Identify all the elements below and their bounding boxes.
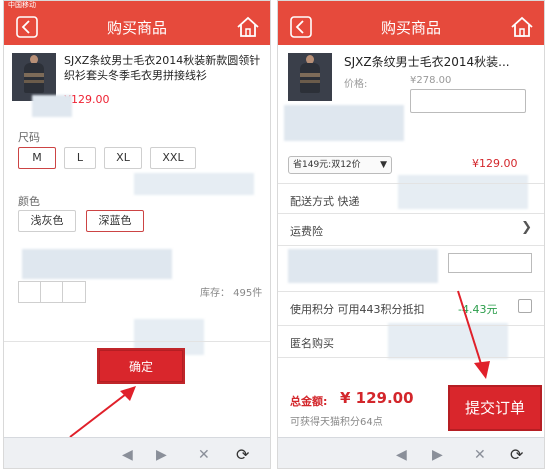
blurred-region xyxy=(398,175,528,209)
close-icon[interactable]: ✕ xyxy=(474,447,486,463)
blurred-region xyxy=(284,105,404,141)
promo-select-value: 省149元:双12价 xyxy=(293,160,361,170)
blurred-region xyxy=(388,323,508,359)
chevron-down-icon: ▼ xyxy=(380,160,387,170)
points-discount: -4.43元 xyxy=(458,303,498,316)
size-option-m[interactable]: M xyxy=(18,147,56,169)
divider xyxy=(278,357,544,358)
nav-bar: 购买商品 xyxy=(278,9,544,45)
page-title: 购买商品 xyxy=(380,19,441,37)
forward-arrow-icon[interactable]: ▶ xyxy=(432,447,443,463)
home-icon[interactable] xyxy=(510,16,534,38)
quantity-field[interactable] xyxy=(410,89,526,113)
submit-order-button[interactable]: 提交订单 xyxy=(448,385,542,431)
blurred-region xyxy=(22,249,172,279)
divider xyxy=(278,183,544,184)
product-thumbnail xyxy=(288,53,332,101)
promo-select[interactable]: 省149元:双12价 ▼ xyxy=(288,156,392,174)
divider xyxy=(278,291,544,292)
color-option-dark-blue[interactable]: 深蓝色 xyxy=(86,210,144,232)
points-label: 使用积分 可用443积分抵扣 xyxy=(290,303,425,316)
earn-points-text: 可获得天猫积分64点 xyxy=(290,417,383,428)
annotation-arrow xyxy=(69,386,136,438)
browser-toolbar: ◀ ▶ ✕ ⟳ xyxy=(278,437,544,468)
stock-count: 库存： 495件 xyxy=(200,288,263,299)
right-phone-screen: 购买商品 SJXZ条纹男士毛衣2014秋装... 价格: ¥278.00 省14… xyxy=(277,0,545,469)
points-checkbox[interactable] xyxy=(518,299,532,313)
total-label: 总金额: xyxy=(290,395,328,408)
message-field[interactable] xyxy=(448,253,532,273)
shipping-insurance-row[interactable]: 运费险 xyxy=(290,223,323,239)
anonymous-purchase-label[interactable]: 匿名购买 xyxy=(290,335,334,351)
total-amount: ¥ 129.00 xyxy=(340,389,414,407)
product-thumbnail xyxy=(12,53,56,101)
color-label: 颜色 xyxy=(18,195,40,208)
blurred-region xyxy=(288,249,438,283)
size-label: 尺码 xyxy=(18,131,40,144)
refresh-icon[interactable]: ⟳ xyxy=(510,445,523,464)
nav-bar: 购买商品 xyxy=(4,9,270,45)
product-title: SJXZ条纹男士毛衣2014秋装新款圆领针织衫套头冬季毛衣男拼接线衫 xyxy=(64,54,261,82)
size-option-xxl[interactable]: XXL xyxy=(150,147,196,169)
forward-arrow-icon[interactable]: ▶ xyxy=(156,447,167,463)
confirm-button[interactable]: 确定 xyxy=(97,348,185,384)
back-arrow-icon[interactable]: ◀ xyxy=(122,447,133,463)
page-title: 购买商品 xyxy=(106,19,167,37)
divider xyxy=(278,325,544,326)
color-option-light-gray[interactable]: 浅灰色 xyxy=(18,210,76,232)
close-icon[interactable]: ✕ xyxy=(198,447,210,463)
price-label: 价格: xyxy=(344,79,368,90)
status-bar xyxy=(278,1,544,9)
left-phone-screen: 中国移动 购买商品 SJXZ条纹男士毛衣2014秋装新款圆领针织衫套头冬季毛衣男… xyxy=(3,0,271,469)
divider xyxy=(4,341,270,342)
home-icon[interactable] xyxy=(236,16,260,38)
size-option-xl[interactable]: XL xyxy=(104,147,142,169)
divider xyxy=(278,213,544,214)
refresh-icon[interactable]: ⟳ xyxy=(236,445,249,464)
status-bar: 中国移动 xyxy=(4,1,270,9)
browser-toolbar: ◀ ▶ ✕ ⟳ xyxy=(4,437,270,468)
original-price: ¥278.00 xyxy=(410,75,452,86)
size-option-l[interactable]: L xyxy=(64,147,96,169)
subtotal-price: ¥129.00 xyxy=(472,157,518,170)
back-arrow-icon[interactable]: ◀ xyxy=(396,447,407,463)
screenshot-composite: 中国移动 购买商品 SJXZ条纹男士毛衣2014秋装新款圆领针织衫套头冬季毛衣男… xyxy=(0,0,549,469)
quantity-stepper[interactable] xyxy=(18,281,86,303)
carrier-label: 中国移动 xyxy=(8,1,36,9)
blurred-region xyxy=(32,95,72,117)
chevron-right-icon: ❯ xyxy=(521,220,532,235)
shipping-label: 配送方式 快递 xyxy=(290,195,360,208)
divider xyxy=(278,245,544,246)
product-title: SJXZ条纹男士毛衣2014秋装... xyxy=(344,55,510,69)
blurred-region xyxy=(134,173,254,195)
